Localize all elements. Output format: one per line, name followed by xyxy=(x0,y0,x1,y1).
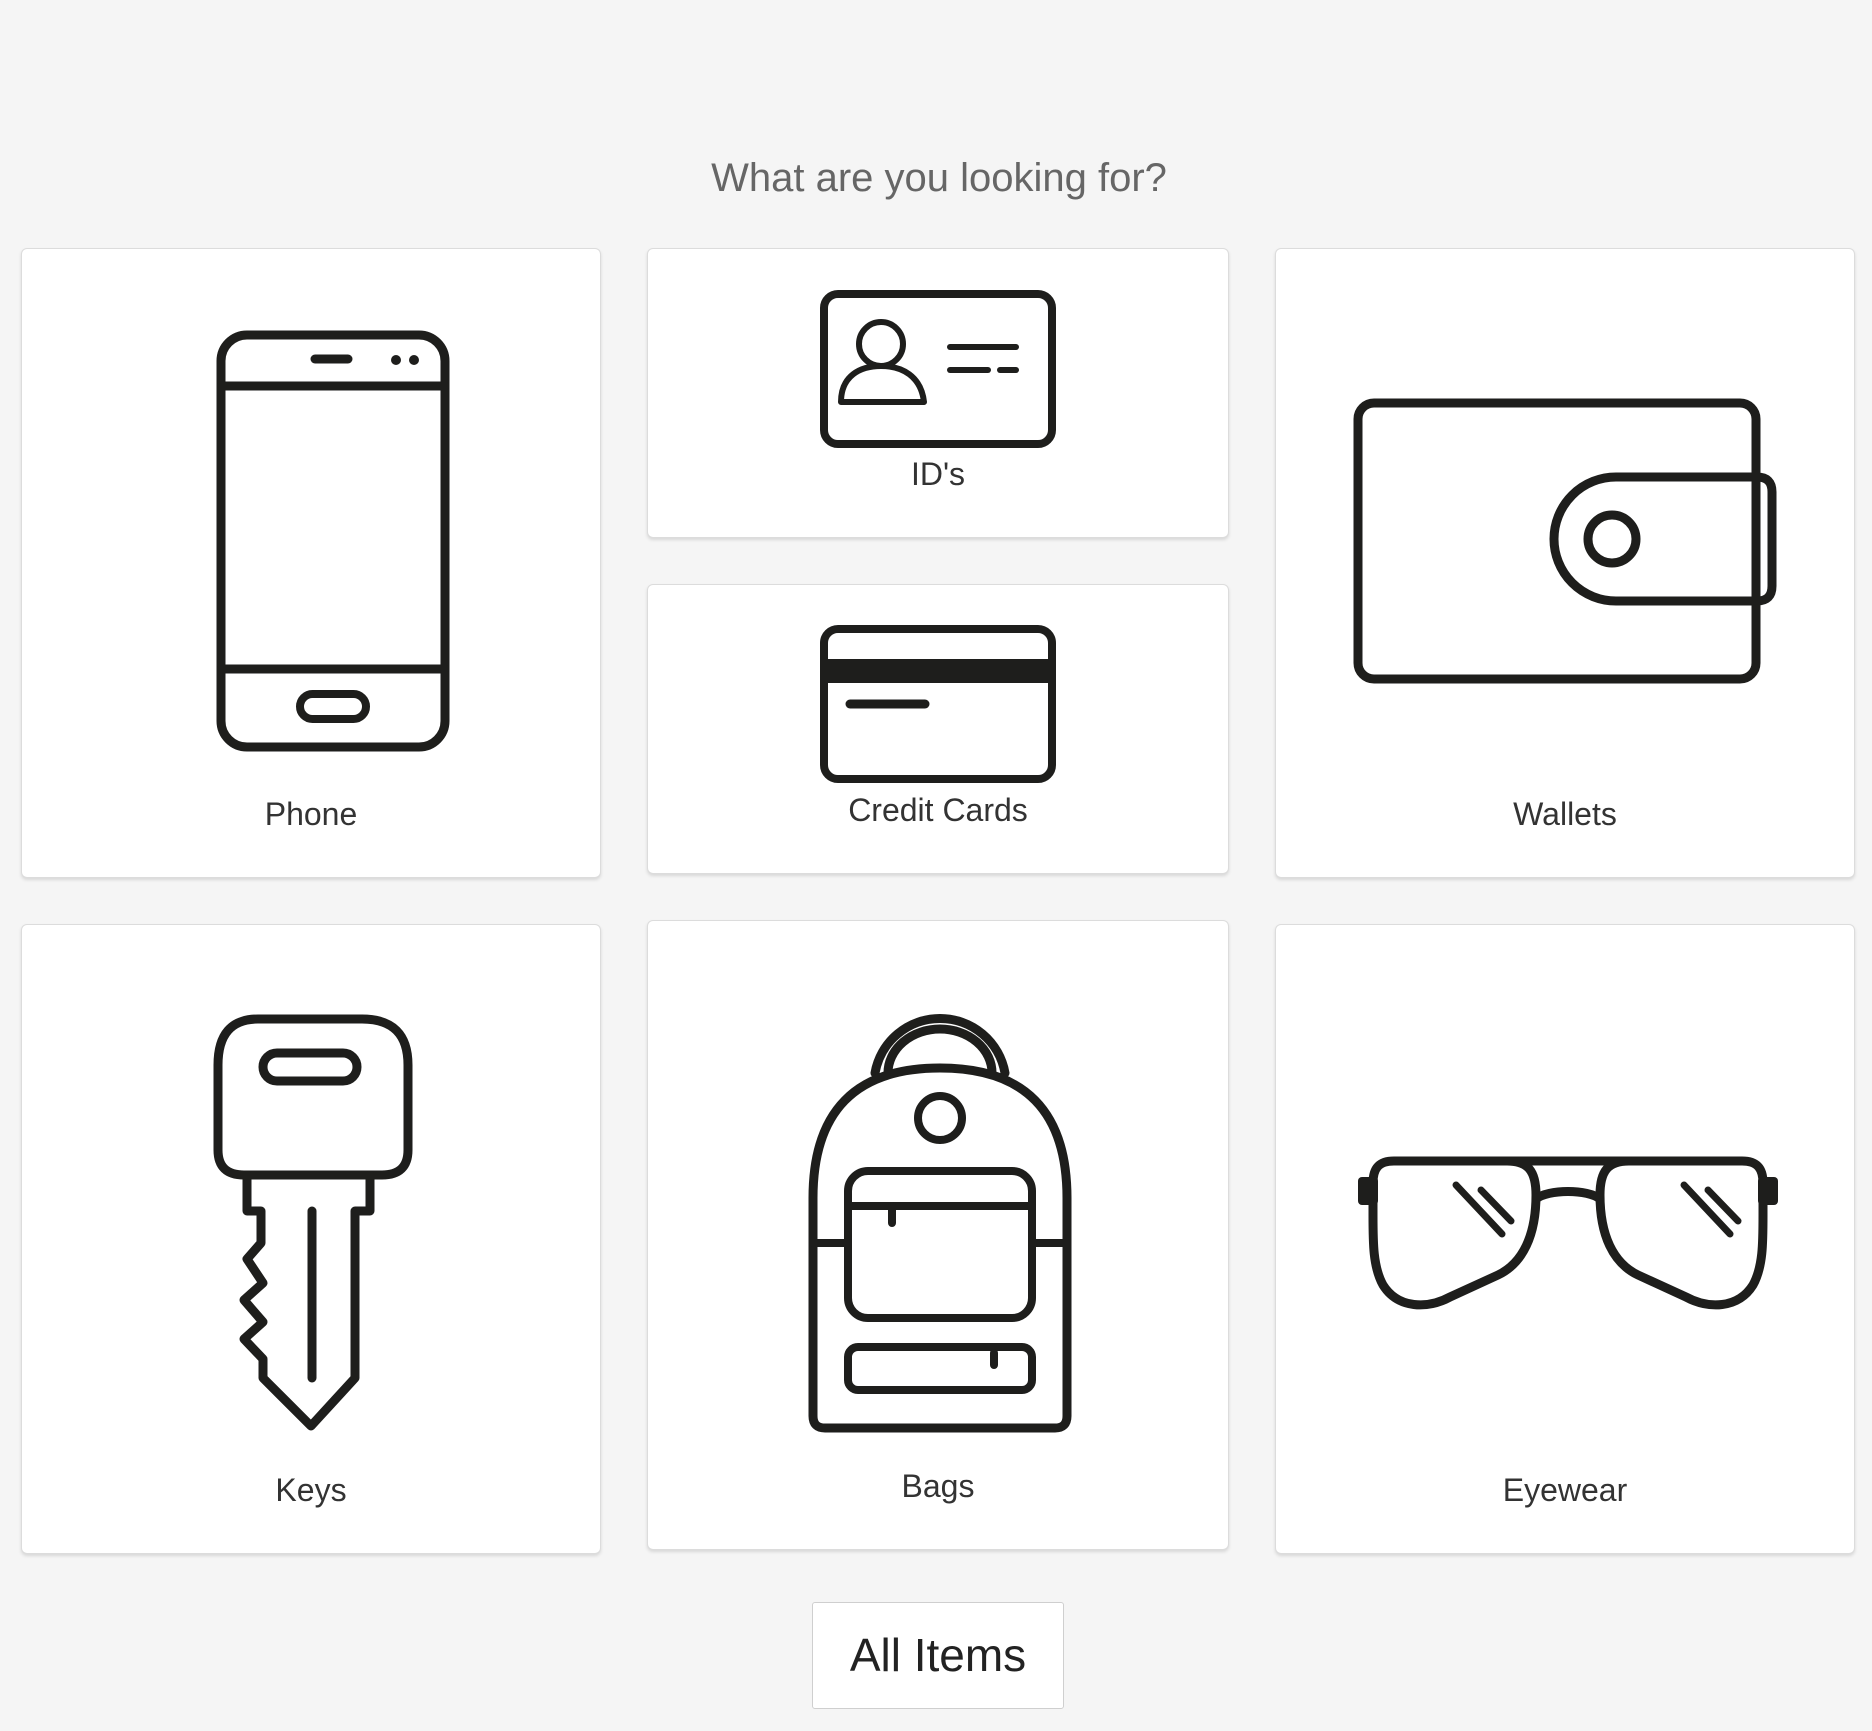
category-label: Credit Cards xyxy=(848,792,1028,828)
glasses-icon xyxy=(1358,1156,1778,1310)
category-card-bags[interactable]: Bags xyxy=(647,920,1229,1550)
page-heading: What are you looking for? xyxy=(711,156,1167,200)
all-items-button[interactable]: All Items xyxy=(812,1602,1064,1709)
category-selection-page: What are you looking for? Phone ID's Cre… xyxy=(0,0,1872,1731)
wallet-icon xyxy=(1353,398,1777,684)
backpack-icon xyxy=(808,1013,1072,1433)
category-label: Wallets xyxy=(1513,796,1617,832)
category-card-keys[interactable]: Keys xyxy=(21,924,601,1554)
phone-icon xyxy=(216,330,450,752)
category-label: Eyewear xyxy=(1502,1472,1628,1508)
category-card-credit-cards[interactable]: Credit Cards xyxy=(647,584,1229,874)
category-label: Keys xyxy=(275,1472,347,1508)
category-card-ids[interactable]: ID's xyxy=(647,248,1229,538)
category-card-wallets[interactable]: Wallets xyxy=(1275,248,1855,878)
category-label: ID's xyxy=(910,456,966,492)
key-icon xyxy=(213,1014,413,1431)
category-card-phone[interactable]: Phone xyxy=(21,248,601,878)
category-label: Bags xyxy=(901,1468,975,1504)
credit-card-icon xyxy=(820,625,1056,783)
category-label: Phone xyxy=(264,796,358,832)
category-card-eyewear[interactable]: Eyewear xyxy=(1275,924,1855,1554)
id-card-icon xyxy=(820,290,1056,448)
